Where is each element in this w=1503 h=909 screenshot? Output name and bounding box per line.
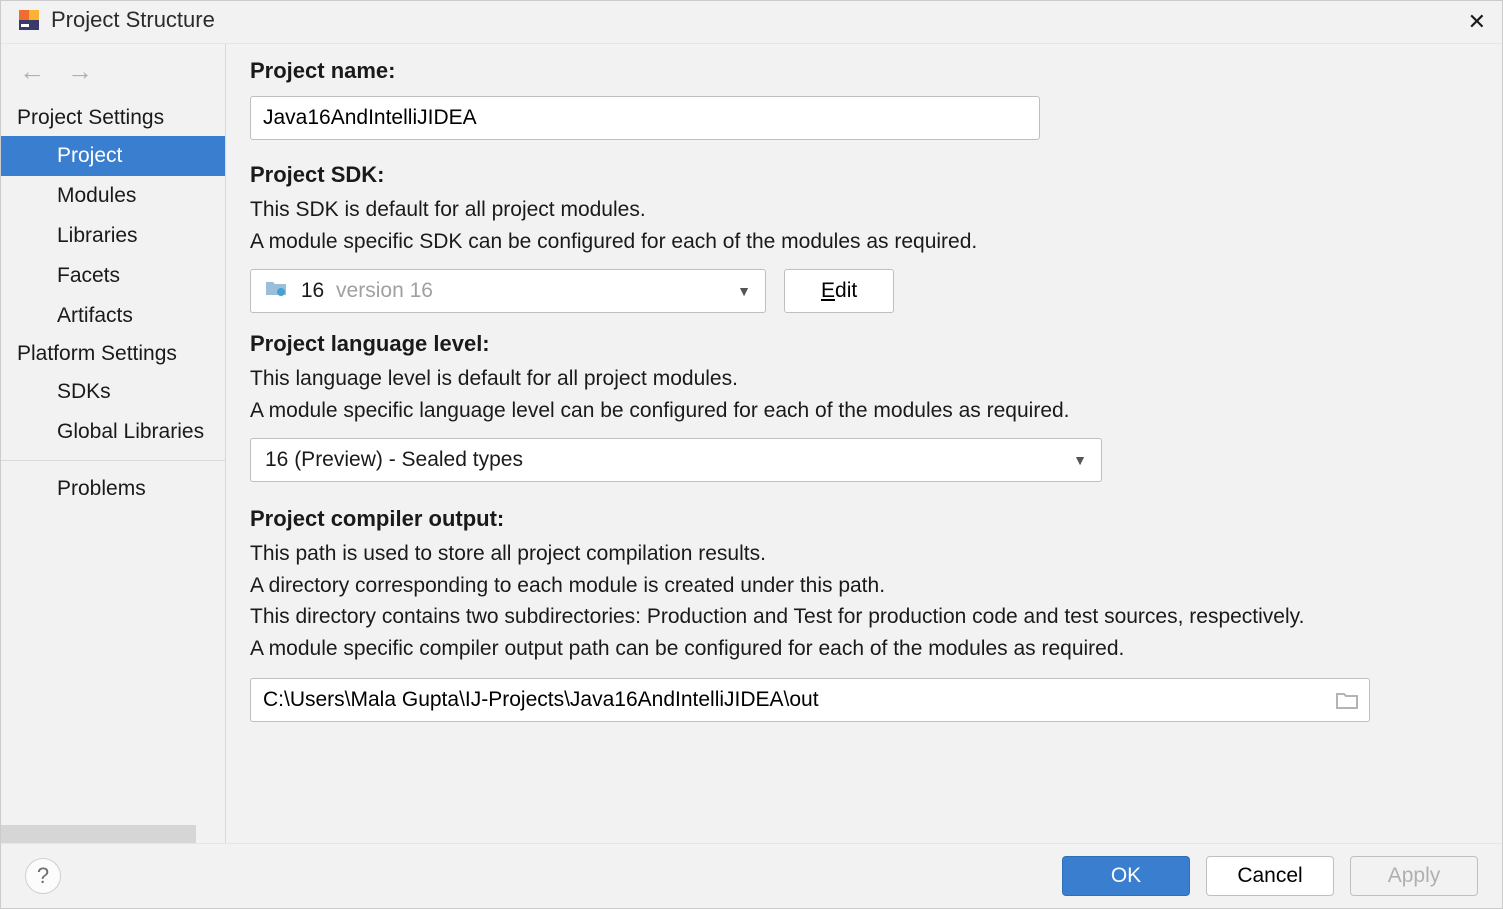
browse-folder-icon[interactable] [1325,678,1369,722]
compiler-output-input[interactable] [251,688,1325,712]
project-sdk-label: Project SDK: [250,162,1478,188]
cancel-button[interactable]: Cancel [1206,856,1334,896]
group-header-project-settings: Project Settings [1,100,225,136]
ok-button[interactable]: OK [1062,856,1190,896]
sidebar-item-facets[interactable]: Facets [1,256,225,296]
language-level-combo[interactable]: 16 (Preview) - Sealed types ▼ [250,438,1102,482]
compiler-output-desc-1: This path is used to store all project c… [250,538,1478,570]
sidebar-separator [1,460,225,461]
intellij-icon [17,8,41,32]
sidebar-item-problems[interactable]: Problems [1,469,225,509]
help-button[interactable]: ? [25,858,61,894]
compiler-output-desc-4: A module specific compiler output path c… [250,633,1478,665]
dialog-body: ← → Project Settings Project Modules Lib… [1,43,1502,844]
apply-button[interactable]: Apply [1350,856,1478,896]
nav-arrows: ← → [1,44,225,100]
forward-arrow-icon[interactable]: → [67,58,93,84]
sidebar-item-global-libraries[interactable]: Global Libraries [1,412,225,452]
chevron-down-icon: ▼ [737,283,751,299]
dialog-footer: ? OK Cancel Apply [1,844,1502,908]
group-header-platform-settings: Platform Settings [1,336,225,372]
close-icon[interactable]: ✕ [1468,9,1486,35]
language-level-label: Project language level: [250,331,1478,357]
language-level-desc-1: This language level is default for all p… [250,363,1478,395]
project-sdk-desc-1: This SDK is default for all project modu… [250,194,1478,226]
sidebar-item-modules[interactable]: Modules [1,176,225,216]
sidebar-item-project[interactable]: Project [1,136,225,176]
titlebar: Project Structure ✕ [1,1,1502,43]
language-level-value: 16 (Preview) - Sealed types [265,448,523,472]
sdk-value-dim: version 16 [336,279,433,302]
sidebar-item-sdks[interactable]: SDKs [1,372,225,412]
project-sdk-combo[interactable]: 16 version 16 ▼ [250,269,766,313]
project-sdk-desc-2: A module specific SDK can be configured … [250,226,1478,258]
edit-sdk-button[interactable]: Edit [784,269,894,313]
sidebar: ← → Project Settings Project Modules Lib… [1,44,226,843]
project-name-input[interactable] [250,96,1040,140]
main-panel: Project name: Project SDK: This SDK is d… [226,44,1502,843]
sidebar-item-libraries[interactable]: Libraries [1,216,225,256]
sdk-value-strong: 16 [301,279,324,302]
dialog-title: Project Structure [51,7,215,33]
compiler-output-label: Project compiler output: [250,506,1478,532]
compiler-output-desc-3: This directory contains two subdirectori… [250,601,1478,633]
sidebar-item-artifacts[interactable]: Artifacts [1,296,225,336]
project-structure-dialog: Project Structure ✕ ← → Project Settings… [0,0,1503,909]
compiler-output-desc-2: A directory corresponding to each module… [250,570,1478,602]
jdk-folder-icon [265,279,287,297]
chevron-down-icon: ▼ [1073,452,1087,468]
back-arrow-icon[interactable]: ← [19,58,45,84]
compiler-output-field [250,678,1370,722]
language-level-desc-2: A module specific language level can be … [250,395,1478,427]
sidebar-scrollbar[interactable] [1,825,196,843]
project-name-label: Project name: [250,58,1478,84]
